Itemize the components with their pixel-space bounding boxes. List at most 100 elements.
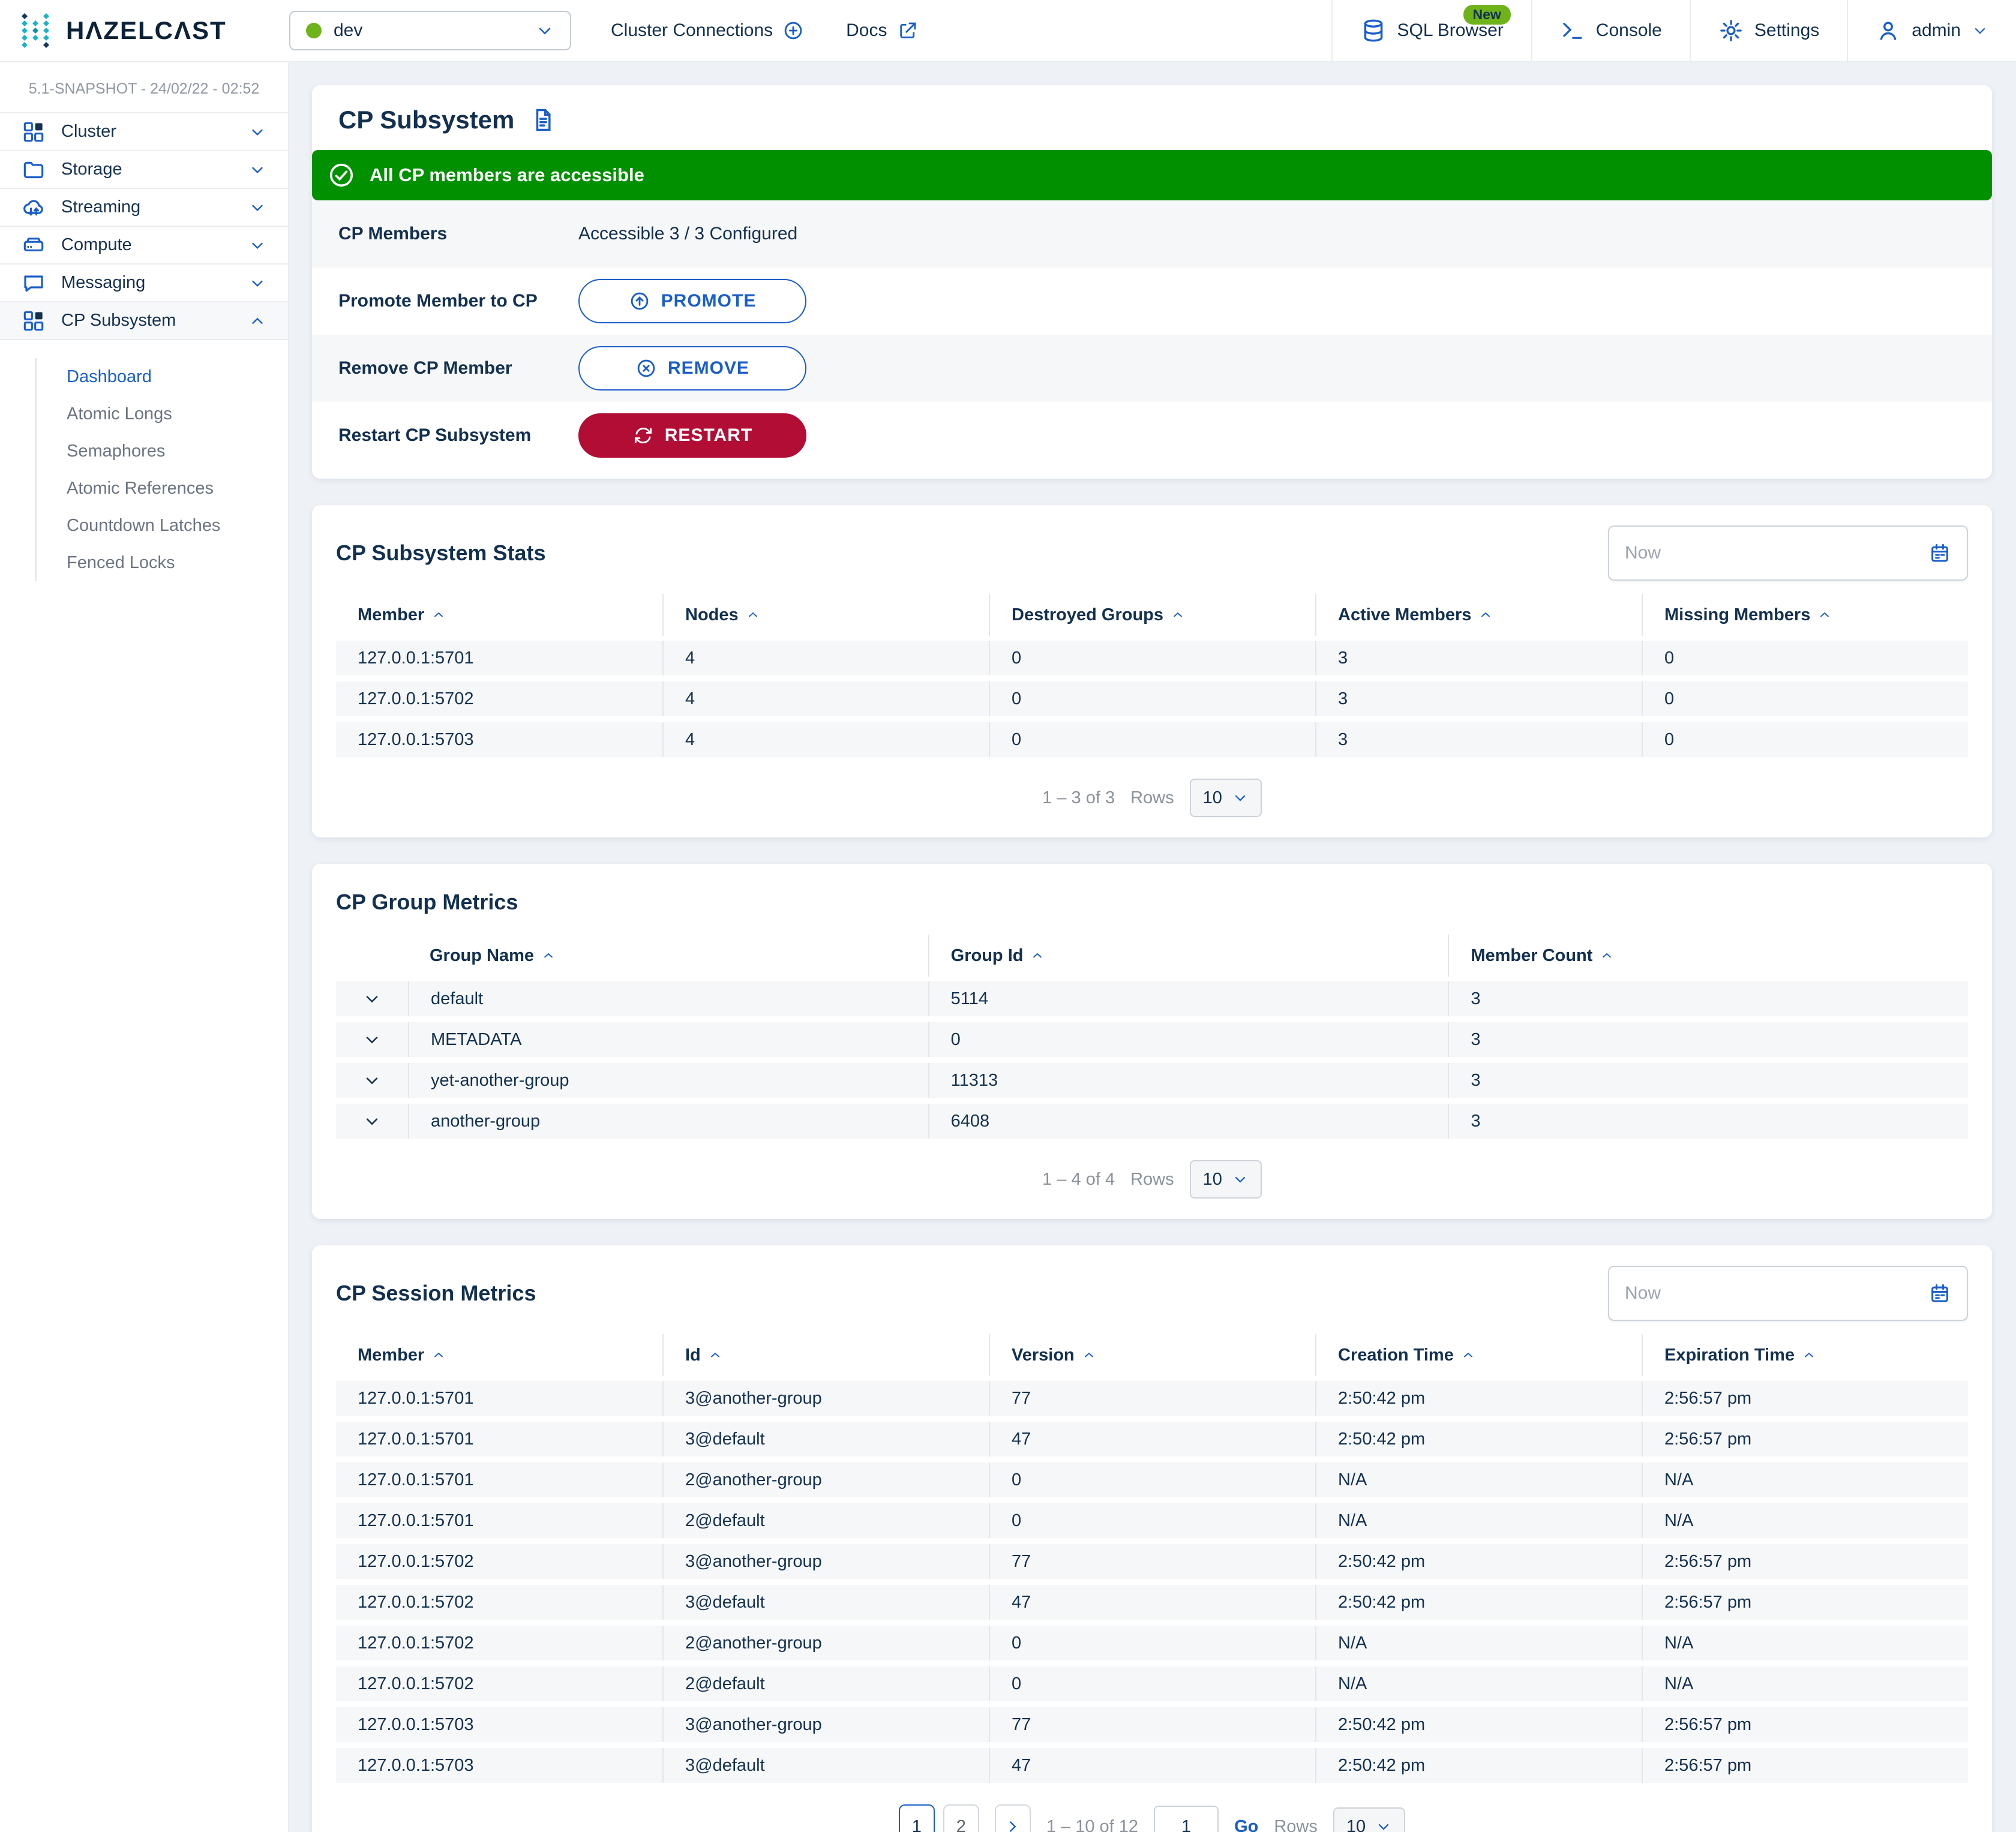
table-cell: 4	[662, 641, 989, 675]
sort-up-icon	[431, 1348, 446, 1362]
submenu-item-countdown-latches[interactable]: Countdown Latches	[37, 507, 288, 544]
x-circle-icon	[635, 358, 657, 379]
table-row: METADATA03	[336, 1022, 1968, 1057]
console-button[interactable]: Console	[1531, 0, 1690, 61]
sort-up-icon	[746, 608, 760, 622]
success-banner-text: All CP members are accessible	[370, 164, 644, 186]
sidebar-item-cp-subsystem[interactable]: CP Subsystem	[0, 301, 288, 339]
table-cell: 2:50:42 pm	[1315, 1381, 1642, 1416]
column-header-id[interactable]: Id	[662, 1334, 989, 1376]
settings-button[interactable]: Settings	[1690, 0, 1847, 61]
compute-icon	[22, 233, 46, 257]
row-expander[interactable]	[336, 981, 408, 1016]
groups-page-size-select[interactable]: 10	[1190, 1160, 1262, 1199]
sidebar-item-cluster[interactable]: Cluster	[0, 112, 288, 150]
table-cell: 127.0.0.1:5702	[336, 1585, 662, 1620]
column-header-destroyed-groups[interactable]: Destroyed Groups	[989, 594, 1315, 636]
row-expander[interactable]	[336, 1022, 408, 1057]
user-menu[interactable]: admin	[1847, 0, 2016, 61]
console-label: Console	[1596, 20, 1662, 41]
sidebar-item-label: Messaging	[61, 273, 145, 293]
cluster-select[interactable]: dev	[289, 11, 571, 50]
sessions-table: Member Id VersionCreation TimeExpiration T…	[336, 1334, 1968, 1783]
top-actions: New SQL Browser Console Settings admin	[1331, 0, 2016, 61]
submenu-item-dashboard[interactable]: Dashboard	[37, 358, 288, 395]
column-header-version[interactable]: Version	[989, 1334, 1315, 1376]
column-header-member[interactable]: Member	[336, 1334, 662, 1376]
table-row: 127.0.0.1:57013@default472:50:42 pm2:56:…	[336, 1422, 1968, 1456]
sidebar-item-messaging[interactable]: Messaging	[0, 263, 288, 301]
chevron-down-icon	[1972, 22, 1988, 39]
sidebar-item-streaming[interactable]: Streaming	[0, 188, 288, 226]
column-label: Member Count	[1471, 946, 1592, 966]
user-name: admin	[1912, 20, 1961, 41]
table-cell: 127.0.0.1:5703	[336, 1707, 662, 1742]
column-header-creation-time[interactable]: Creation Time	[1315, 1334, 1642, 1376]
row-expander[interactable]	[336, 1104, 408, 1139]
table-cell: 3	[1448, 1063, 1968, 1098]
table-cell: N/A	[1315, 1626, 1642, 1660]
column-header-active-members[interactable]: Active Members	[1315, 594, 1642, 636]
column-label: Missing Members	[1664, 605, 1810, 625]
stats-time-filter[interactable]: Now	[1608, 525, 1968, 581]
settings-label: Settings	[1754, 20, 1819, 41]
submenu-item-atomic-references[interactable]: Atomic References	[37, 470, 288, 507]
column-header-member[interactable]: Member	[336, 594, 662, 636]
table-cell: 127.0.0.1:5703	[336, 1748, 662, 1783]
promote-button-label: PROMOTE	[661, 291, 757, 311]
goto-page-input[interactable]	[1154, 1806, 1219, 1832]
column-header-expiration-time[interactable]: Expiration Time	[1642, 1334, 1968, 1376]
table-cell: 47	[989, 1748, 1315, 1783]
table-row: 127.0.0.1:57024030	[336, 681, 1968, 716]
remove-button[interactable]: REMOVE	[578, 346, 806, 391]
submenu-item-semaphores[interactable]: Semaphores	[37, 433, 288, 470]
go-button[interactable]: Go	[1234, 1817, 1258, 1832]
groups-table: Group NameGroup IdMember Count default51…	[336, 935, 1968, 1139]
column-label: Nodes	[685, 605, 739, 625]
column-header-group-id[interactable]: Group Id	[928, 935, 1448, 977]
cp-session-metrics-card: CP Session Metrics Now MemberIdVersionCr…	[312, 1245, 1992, 1832]
table-cell: 0	[989, 641, 1315, 675]
docs-link[interactable]: Docs	[846, 20, 918, 41]
brand[interactable]: HΛZELCΛST	[0, 13, 289, 49]
submenu-item-atomic-longs[interactable]: Atomic Longs	[37, 395, 288, 433]
column-label: Member	[358, 1346, 424, 1365]
message-icon	[22, 271, 46, 295]
table-cell: another-group	[408, 1104, 928, 1139]
sessions-time-filter[interactable]: Now	[1608, 1266, 1968, 1321]
sidebar-item-storage[interactable]: Storage	[0, 150, 288, 188]
sort-up-icon	[1030, 948, 1045, 963]
next-page-button[interactable]	[995, 1804, 1031, 1832]
table-cell: 4	[662, 722, 989, 757]
document-icon[interactable]	[530, 107, 556, 133]
sessions-page-size-select[interactable]: 10	[1333, 1807, 1405, 1832]
column-header-member-count[interactable]: Member Count	[1448, 935, 1968, 977]
sidebar-item-compute[interactable]: Compute	[0, 226, 288, 263]
column-header-group-name[interactable]: Group Name	[408, 935, 928, 977]
promote-button[interactable]: PROMOTE	[578, 279, 806, 323]
table-cell: 0	[1642, 641, 1968, 675]
page-button-2[interactable]: 2	[943, 1804, 979, 1832]
sql-browser-button[interactable]: New SQL Browser	[1331, 0, 1531, 61]
sort-up-icon	[431, 608, 446, 622]
chevron-down-icon	[248, 123, 266, 141]
cluster-connections-link[interactable]: Cluster Connections	[611, 20, 804, 41]
stats-page-size-select[interactable]: 10	[1190, 779, 1262, 817]
column-header-nodes[interactable]: Nodes	[662, 594, 989, 636]
submenu-item-label: Countdown Latches	[67, 516, 220, 536]
submenu-item-fenced-locks[interactable]: Fenced Locks	[37, 544, 288, 581]
table-row: 127.0.0.1:57022@default0N/AN/A	[336, 1666, 1968, 1701]
column-label: Id	[685, 1346, 701, 1365]
page-button-1[interactable]: 1	[899, 1804, 935, 1832]
table-cell: 2@another-group	[662, 1462, 989, 1497]
column-header-missing-members[interactable]: Missing Members	[1642, 594, 1968, 636]
row-expander[interactable]	[336, 1063, 408, 1098]
sidebar-nav: ClusterStorageStreamingCompute Messaging C…	[0, 112, 288, 340]
table-cell: 2:56:57 pm	[1642, 1422, 1968, 1456]
stats-table-body: 127.0.0.1:57014030127.0.0.1:57024030127.…	[336, 641, 1968, 757]
app-window: HΛZELCΛST dev Cluster Connections Docs N…	[0, 0, 2016, 1832]
page-title: CP Subsystem	[338, 106, 514, 134]
restart-button[interactable]: RESTART	[578, 413, 806, 458]
restart-row: Restart CP Subsystem RESTART	[312, 402, 1992, 469]
terminal-icon	[1560, 18, 1585, 43]
